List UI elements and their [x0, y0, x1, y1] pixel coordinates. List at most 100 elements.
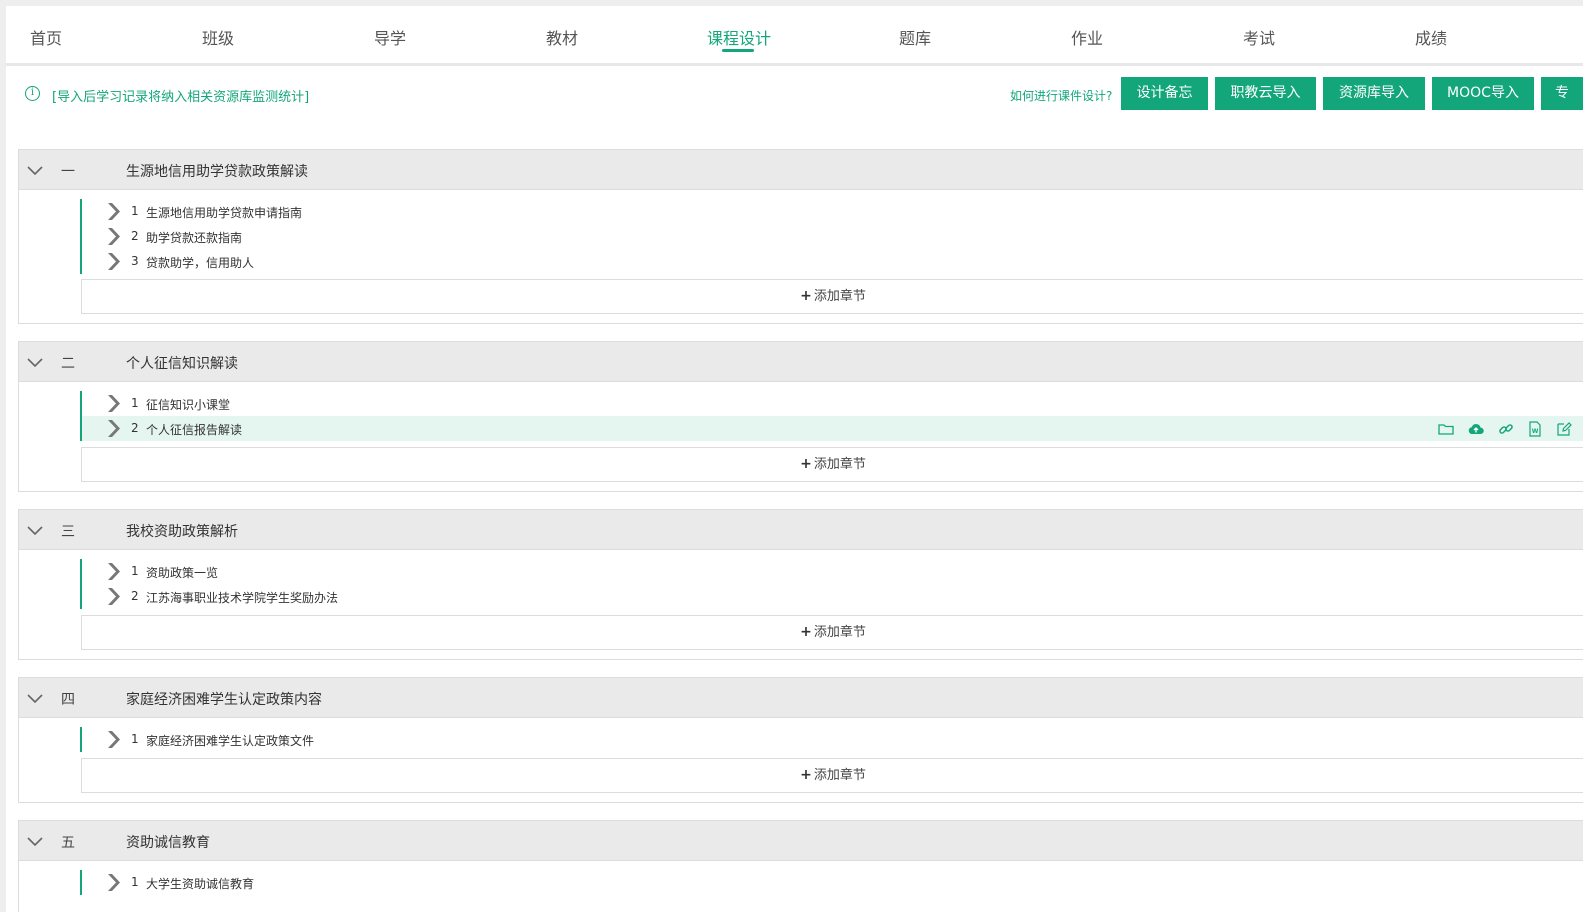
chapter: 二 个人征信知识解读 1 征信知识小课堂 2 个人征信报告解读 W + 添加章节 — [18, 341, 1583, 492]
chapter: 三 我校资助政策解析 1 资助政策一览 2 江苏海事职业技术学院学生奖励办法 +… — [18, 509, 1583, 660]
chevron-down-icon[interactable] — [27, 163, 43, 177]
section-number: 2 — [131, 421, 139, 435]
section-row[interactable]: 1 资助政策一览 — [82, 559, 1583, 584]
link-icon[interactable] — [1497, 420, 1515, 438]
chapter: 一 生源地信用助学贷款政策解读 1 生源地信用助学贷款申请指南 2 助学贷款还款… — [18, 149, 1583, 324]
chevron-right-icon[interactable] — [107, 394, 121, 413]
add-section-button[interactable]: + 添加章节 — [81, 447, 1583, 482]
chevron-down-icon[interactable] — [27, 834, 43, 848]
section-list: 1 资助政策一览 2 江苏海事职业技术学院学生奖励办法 — [80, 559, 1583, 609]
section-row[interactable]: 2 江苏海事职业技术学院学生奖励办法 — [82, 584, 1583, 609]
chevron-right-icon[interactable] — [107, 873, 121, 892]
section-list: 1 大学生资助诚信教育 — [80, 870, 1583, 895]
chevron-right-icon[interactable] — [107, 562, 121, 581]
add-section-button[interactable]: + 添加章节 — [81, 279, 1583, 314]
section-title[interactable]: 生源地信用助学贷款申请指南 — [146, 204, 302, 221]
info-icon: i — [25, 86, 40, 101]
howto-link[interactable]: 如何进行课件设计? — [1010, 87, 1112, 104]
section-number: 1 — [131, 204, 139, 218]
chevron-right-icon[interactable] — [107, 730, 121, 749]
folder-icon[interactable] — [1437, 420, 1455, 438]
plus-icon: + — [800, 288, 812, 304]
section-title[interactable]: 个人征信报告解读 — [146, 421, 242, 438]
add-section-label: 添加章节 — [813, 768, 866, 783]
chapter-header[interactable]: 二 个人征信知识解读 — [19, 342, 1583, 382]
section-title[interactable]: 大学生资助诚信教育 — [146, 875, 254, 892]
section-row[interactable]: 1 生源地信用助学贷款申请指南 — [82, 199, 1583, 224]
add-section-button[interactable]: + 添加章节 — [81, 615, 1583, 650]
tab-question-bank[interactable]: 题库 — [899, 25, 931, 49]
tab-course-design[interactable]: 课程设计 — [707, 25, 771, 49]
tab-textbook[interactable]: 教材 — [546, 25, 578, 49]
chevron-down-icon[interactable] — [27, 523, 43, 537]
chapter-title: 个人征信知识解读 — [126, 356, 238, 372]
app-shell: 首页 班级 导学 教材 课程设计 题库 作业 考试 成绩 i [导入后学习记录将… — [6, 6, 1583, 912]
section-number: 1 — [131, 732, 139, 746]
chevron-right-icon[interactable] — [107, 419, 121, 438]
section-row[interactable]: 3 贷款助学，信用助人 — [82, 249, 1583, 274]
active-tab-indicator — [722, 49, 754, 52]
add-section-label: 添加章节 — [813, 625, 866, 640]
chapter-header[interactable]: 三 我校资助政策解析 — [19, 510, 1583, 550]
tab-class[interactable]: 班级 — [202, 25, 234, 49]
section-title[interactable]: 贷款助学，信用助人 — [146, 254, 254, 271]
chapter: 五 资助诚信教育 1 大学生资助诚信教育 — [18, 820, 1583, 912]
mooc-import-button[interactable]: MOOC导入 — [1432, 77, 1534, 110]
more-import-button[interactable]: 专 — [1541, 77, 1583, 110]
section-row[interactable]: 2 助学贷款还款指南 — [82, 224, 1583, 249]
add-section-label: 添加章节 — [813, 457, 866, 472]
chevron-right-icon[interactable] — [107, 202, 121, 221]
section-title[interactable]: 征信知识小课堂 — [146, 396, 230, 413]
section-row[interactable]: 1 征信知识小课堂 — [82, 391, 1583, 416]
chapter-number: 四 — [61, 692, 75, 708]
section-number: 2 — [131, 229, 139, 243]
section-row-hovered[interactable]: 2 个人征信报告解读 W — [82, 416, 1583, 441]
chapter: 四 家庭经济困难学生认定政策内容 1 家庭经济困难学生认定政策文件 + 添加章节 — [18, 677, 1583, 803]
add-section-button[interactable]: + 添加章节 — [81, 758, 1583, 793]
chevron-right-icon[interactable] — [107, 587, 121, 606]
section-title[interactable]: 资助政策一览 — [146, 564, 218, 581]
chevron-down-icon[interactable] — [27, 355, 43, 369]
cloud-upload-icon[interactable] — [1467, 420, 1485, 438]
add-section-label: 添加章节 — [813, 289, 866, 304]
chapter-header[interactable]: 一 生源地信用助学贷款政策解读 — [19, 150, 1583, 190]
edit-icon[interactable] — [1555, 420, 1573, 438]
section-title[interactable]: 助学贷款还款指南 — [146, 229, 242, 246]
word-doc-icon[interactable]: W — [1526, 420, 1544, 438]
plus-icon: + — [800, 767, 812, 783]
section-number: 1 — [131, 564, 139, 578]
chevron-right-icon[interactable] — [107, 227, 121, 246]
tab-homework[interactable]: 作业 — [1071, 25, 1103, 49]
chapter-title: 我校资助政策解析 — [126, 524, 238, 540]
import-notice: [导入后学习记录将纳入相关资源库监测统计] — [52, 90, 310, 105]
tab-exam[interactable]: 考试 — [1243, 25, 1275, 49]
plus-icon: + — [800, 456, 812, 472]
chapter-header[interactable]: 四 家庭经济困难学生认定政策内容 — [19, 678, 1583, 718]
resource-import-button[interactable]: 资源库导入 — [1323, 77, 1425, 110]
plus-icon: + — [800, 624, 812, 640]
section-row[interactable]: 1 大学生资助诚信教育 — [82, 870, 1583, 895]
design-memo-button[interactable]: 设计备忘 — [1121, 77, 1208, 110]
section-number: 1 — [131, 875, 139, 889]
section-list: 1 征信知识小课堂 2 个人征信报告解读 W — [80, 391, 1583, 441]
tab-home[interactable]: 首页 — [30, 25, 62, 49]
section-number: 1 — [131, 396, 139, 410]
svg-text:W: W — [1532, 428, 1539, 435]
zjy-import-button[interactable]: 职教云导入 — [1215, 77, 1316, 110]
chapter-number: 五 — [61, 835, 75, 851]
chapter-header[interactable]: 五 资助诚信教育 — [19, 821, 1583, 861]
chapter-number: 二 — [61, 356, 75, 372]
tab-guide[interactable]: 导学 — [374, 25, 406, 49]
chapter-title: 资助诚信教育 — [126, 835, 210, 851]
section-title[interactable]: 江苏海事职业技术学院学生奖励办法 — [146, 589, 338, 606]
chapter-number: 一 — [61, 164, 75, 180]
section-number: 2 — [131, 589, 139, 603]
tab-grades[interactable]: 成绩 — [1415, 25, 1447, 49]
section-row[interactable]: 1 家庭经济困难学生认定政策文件 — [82, 727, 1583, 752]
chevron-right-icon[interactable] — [107, 252, 121, 271]
chapter-number: 三 — [61, 524, 75, 540]
chevron-down-icon[interactable] — [27, 691, 43, 705]
top-nav: 首页 班级 导学 教材 课程设计 题库 作业 考试 成绩 — [6, 6, 1583, 66]
section-title[interactable]: 家庭经济困难学生认定政策文件 — [146, 732, 314, 749]
section-list: 1 家庭经济困难学生认定政策文件 — [80, 727, 1583, 752]
